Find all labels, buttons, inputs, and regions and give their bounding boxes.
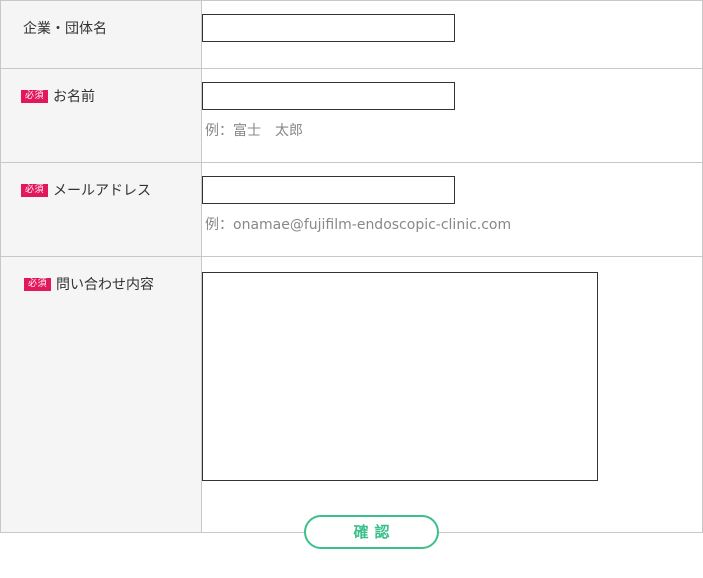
form-row-message: 必須 問い合わせ内容 [0, 256, 703, 533]
name-label: お名前 [53, 89, 96, 105]
name-example-text: 例：富士 太郎 [205, 123, 303, 139]
company-label-cell: 企業・団体名 [0, 0, 202, 69]
company-label: 企業・団体名 [23, 21, 107, 37]
email-field-cell: 例：onamae@fujifilm-endoscopic-clinic.com [201, 162, 703, 257]
name-input[interactable] [202, 82, 455, 110]
message-textarea[interactable] [202, 272, 598, 481]
email-input[interactable] [202, 176, 455, 204]
name-field-cell: 例：富士 太郎 [201, 68, 703, 163]
message-label: 問い合わせ内容 [56, 277, 155, 293]
form-row-company: 企業・団体名 [0, 0, 703, 69]
required-badge: 必須 [21, 183, 49, 197]
message-label-cell: 必須 問い合わせ内容 [0, 256, 202, 533]
required-badge: 必須 [21, 89, 49, 103]
contact-form-table: 企業・団体名 必須 お名前 例：富士 太郎 必須 メールアドレス 例：onama… [0, 0, 703, 533]
name-label-cell: 必須 お名前 [0, 68, 202, 163]
message-field-cell [201, 256, 703, 533]
form-row-name: 必須 お名前 例：富士 太郎 [0, 68, 703, 163]
email-label-cell: 必須 メールアドレス [0, 162, 202, 257]
email-example-text: 例：onamae@fujifilm-endoscopic-clinic.com [205, 217, 512, 233]
required-badge: 必須 [24, 277, 52, 291]
company-input[interactable] [202, 14, 455, 42]
form-row-email: 必須 メールアドレス 例：onamae@fujifilm-endoscopic-… [0, 162, 703, 257]
confirm-button[interactable]: 確認 [304, 515, 439, 549]
email-label: メールアドレス [53, 183, 152, 199]
company-field-cell [201, 0, 703, 69]
